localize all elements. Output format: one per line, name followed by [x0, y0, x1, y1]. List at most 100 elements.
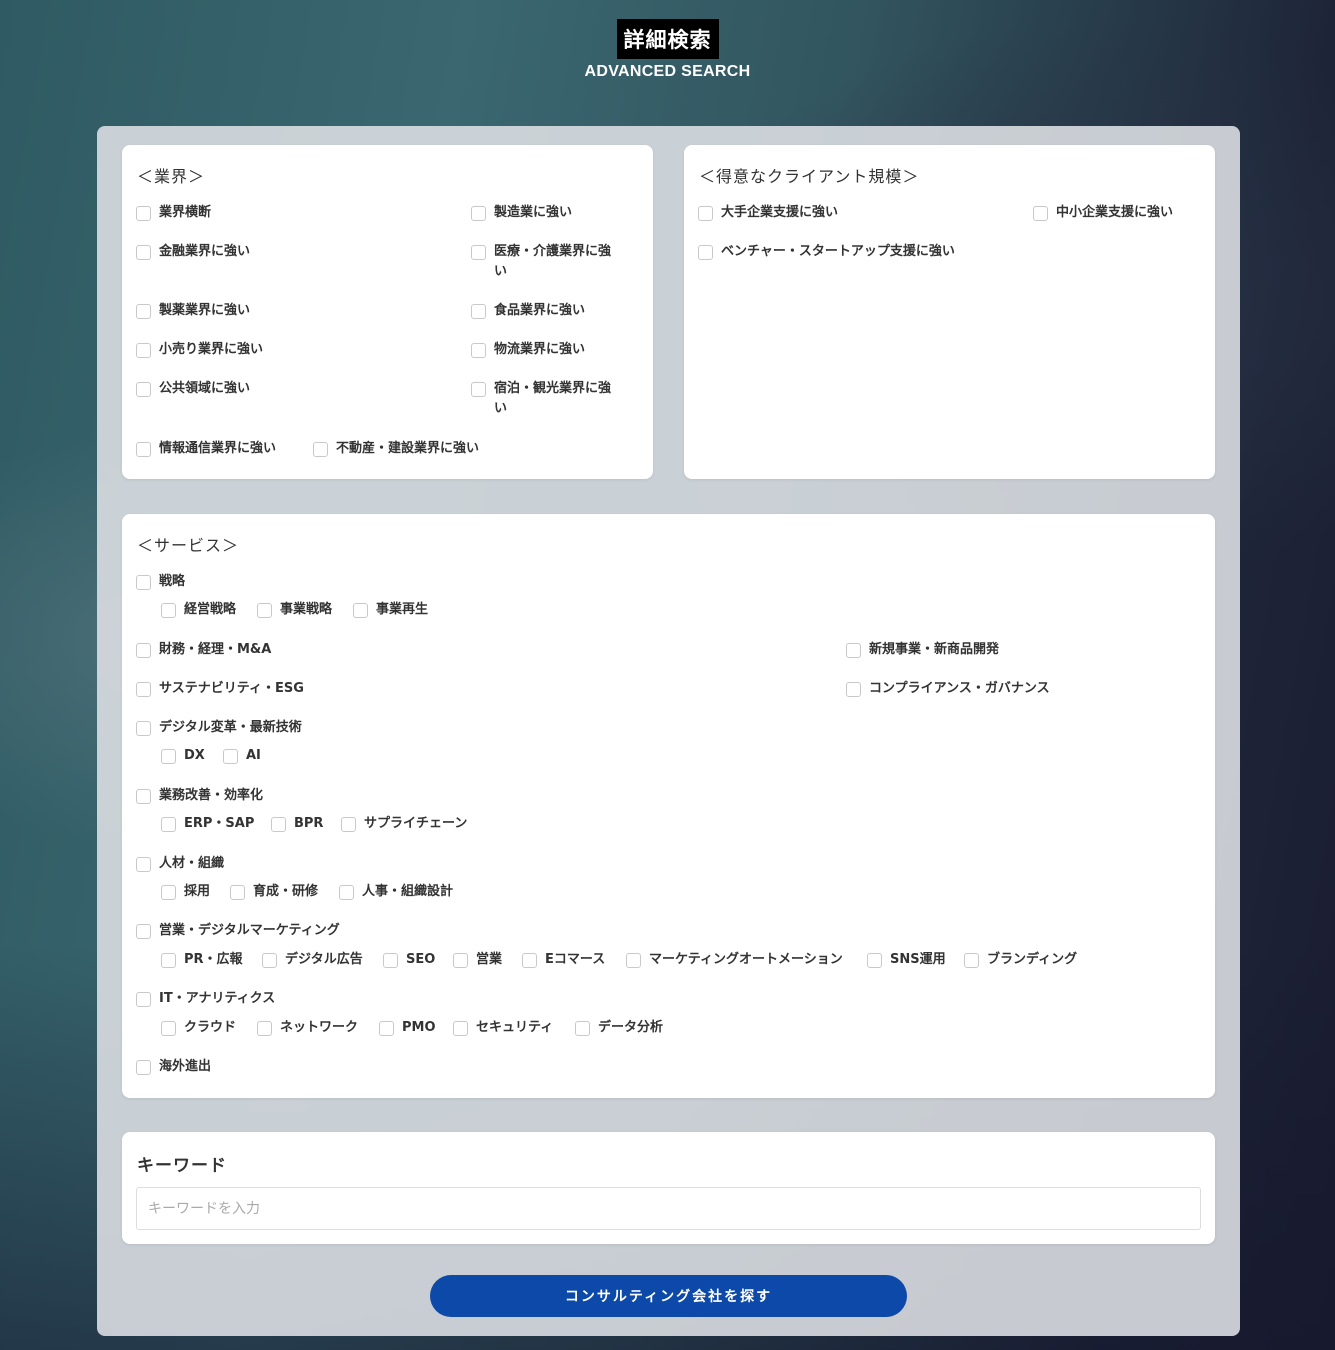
checkbox[interactable]	[136, 206, 151, 221]
checkbox[interactable]	[341, 817, 356, 832]
checkbox-service-digital-ads[interactable]: デジタル広告	[262, 950, 363, 970]
keyword-input[interactable]	[136, 1187, 1201, 1230]
checkbox-industry-retail[interactable]: 小売り業界に強い	[136, 340, 263, 360]
checkbox[interactable]	[161, 1021, 176, 1036]
checkbox-service-training[interactable]: 育成・研修	[230, 882, 318, 902]
checkbox-service-bpr[interactable]: BPR	[271, 814, 323, 834]
checkbox[interactable]	[964, 953, 979, 968]
checkbox-service-business-revival[interactable]: 事業再生	[353, 600, 428, 620]
checkbox-service-ai[interactable]: AI	[223, 746, 261, 766]
checkbox-service-business-strategy[interactable]: 事業戦略	[257, 600, 332, 620]
checkbox-industry-food[interactable]: 食品業界に強い	[471, 301, 585, 321]
checkbox-service-data-analysis[interactable]: データ分析	[575, 1018, 663, 1038]
checkbox[interactable]	[136, 382, 151, 397]
checkbox-service-recruiting[interactable]: 採用	[161, 882, 210, 902]
checkbox[interactable]	[867, 953, 882, 968]
checkbox[interactable]	[161, 603, 176, 618]
checkbox-client-startup[interactable]: ベンチャー・スタートアップ支援に強い	[698, 242, 955, 262]
checkbox-industry-cross[interactable]: 業界横断	[136, 203, 211, 223]
checkbox[interactable]	[453, 1021, 468, 1036]
checkbox[interactable]	[698, 206, 713, 221]
checkbox[interactable]	[136, 924, 151, 939]
checkbox[interactable]	[136, 857, 151, 872]
checkbox[interactable]	[383, 953, 398, 968]
checkbox[interactable]	[626, 953, 641, 968]
checkbox-service-marketing[interactable]: 営業・デジタルマーケティング	[136, 921, 340, 941]
checkbox-client-sme[interactable]: 中小企業支援に強い	[1033, 203, 1173, 223]
checkbox[interactable]	[1033, 206, 1048, 221]
checkbox[interactable]	[161, 749, 176, 764]
checkbox-service-org-design[interactable]: 人事・組織設計	[339, 882, 453, 902]
checkbox-service-pr[interactable]: PR・広報	[161, 950, 243, 970]
checkbox-service-network[interactable]: ネットワーク	[257, 1018, 358, 1038]
checkbox[interactable]	[136, 992, 151, 1007]
checkbox-service-security[interactable]: セキュリティ	[453, 1018, 553, 1038]
checkbox-industry-realestate[interactable]: 不動産・建設業界に強い	[313, 439, 479, 459]
checkbox[interactable]	[698, 245, 713, 260]
checkbox-service-finance[interactable]: 財務・経理・M&A	[136, 640, 271, 660]
checkbox-industry-finance[interactable]: 金融業界に強い	[136, 242, 250, 262]
checkbox-industry-logistics[interactable]: 物流業界に強い	[471, 340, 585, 360]
checkbox[interactable]	[339, 885, 354, 900]
checkbox[interactable]	[136, 682, 151, 697]
checkbox-client-large[interactable]: 大手企業支援に強い	[698, 203, 838, 223]
checkbox[interactable]	[471, 206, 486, 221]
checkbox[interactable]	[257, 1021, 272, 1036]
checkbox[interactable]	[453, 953, 468, 968]
checkbox-service-it[interactable]: IT・アナリティクス	[136, 989, 275, 1009]
checkbox[interactable]	[262, 953, 277, 968]
checkbox[interactable]	[136, 442, 151, 457]
checkbox-service-erp[interactable]: ERP・SAP	[161, 814, 254, 834]
checkbox-industry-telecom[interactable]: 情報通信業界に強い	[136, 439, 276, 459]
checkbox-service-seo[interactable]: SEO	[383, 950, 435, 970]
checkbox-industry-pharma[interactable]: 製薬業界に強い	[136, 301, 250, 321]
checkbox-service-digital[interactable]: デジタル変革・最新技術	[136, 718, 302, 738]
checkbox-service-strategy[interactable]: 戦略	[136, 572, 185, 592]
checkbox-industry-tourism[interactable]: 宿泊・観光業界に強い	[471, 379, 611, 419]
checkbox-service-branding[interactable]: ブランディング	[964, 950, 1077, 970]
checkbox[interactable]	[471, 382, 486, 397]
checkbox-service-ecommerce[interactable]: Eコマース	[522, 950, 605, 970]
checkbox-service-new-business[interactable]: 新規事業・新商品開発	[846, 640, 999, 660]
checkbox-service-sales[interactable]: 営業	[453, 950, 502, 970]
checkbox[interactable]	[353, 603, 368, 618]
checkbox[interactable]	[136, 304, 151, 319]
checkbox-industry-public[interactable]: 公共領域に強い	[136, 379, 250, 399]
checkbox[interactable]	[136, 789, 151, 804]
checkbox-service-hr[interactable]: 人材・組織	[136, 854, 224, 874]
checkbox[interactable]	[575, 1021, 590, 1036]
checkbox-service-pmo[interactable]: PMO	[379, 1018, 436, 1038]
checkbox-service-overseas[interactable]: 海外進出	[136, 1057, 211, 1077]
checkbox-service-marketing-automation[interactable]: マーケティングオートメーション	[626, 950, 843, 970]
checkbox[interactable]	[379, 1021, 394, 1036]
checkbox[interactable]	[271, 817, 286, 832]
checkbox-industry-medical[interactable]: 医療・介護業界に強い	[471, 242, 611, 282]
checkbox-service-efficiency[interactable]: 業務改善・効率化	[136, 786, 263, 806]
checkbox[interactable]	[136, 245, 151, 260]
checkbox-service-sustainability[interactable]: サステナビリティ・ESG	[136, 679, 304, 699]
checkbox[interactable]	[161, 885, 176, 900]
checkbox-service-management-strategy[interactable]: 経営戦略	[161, 600, 236, 620]
checkbox-industry-manufacturing[interactable]: 製造業に強い	[471, 203, 572, 223]
checkbox[interactable]	[136, 1060, 151, 1075]
checkbox[interactable]	[230, 885, 245, 900]
checkbox-service-compliance[interactable]: コンプライアンス・ガバナンス	[846, 679, 1050, 699]
checkbox-service-cloud[interactable]: クラウド	[161, 1018, 236, 1038]
checkbox[interactable]	[136, 643, 151, 658]
checkbox[interactable]	[136, 721, 151, 736]
checkbox[interactable]	[471, 343, 486, 358]
checkbox-service-sns[interactable]: SNS運用	[867, 950, 946, 970]
checkbox[interactable]	[161, 817, 176, 832]
checkbox[interactable]	[136, 575, 151, 590]
checkbox-service-dx[interactable]: DX	[161, 746, 205, 766]
checkbox[interactable]	[471, 304, 486, 319]
search-button[interactable]: コンサルティング会社を探す	[430, 1275, 907, 1317]
checkbox[interactable]	[223, 749, 238, 764]
checkbox[interactable]	[136, 343, 151, 358]
checkbox[interactable]	[846, 682, 861, 697]
checkbox[interactable]	[471, 245, 486, 260]
checkbox[interactable]	[522, 953, 537, 968]
checkbox[interactable]	[846, 643, 861, 658]
checkbox[interactable]	[161, 953, 176, 968]
checkbox[interactable]	[257, 603, 272, 618]
